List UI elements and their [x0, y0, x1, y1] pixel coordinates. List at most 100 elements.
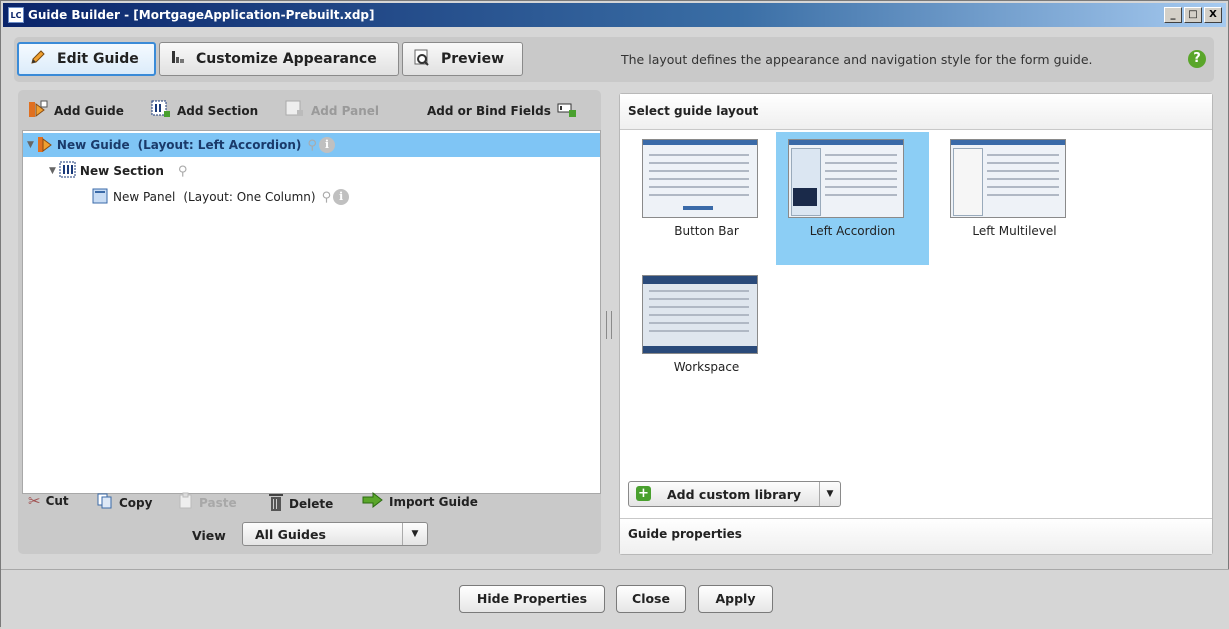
plus-icon: +	[636, 486, 651, 501]
panel-icon	[91, 187, 109, 208]
collapse-triangle-icon[interactable]: ▼	[27, 140, 34, 150]
tree-node-guide[interactable]: ▼ New Guide (Layout: Left Accordion) ⚲ i	[23, 133, 600, 157]
trash-icon	[268, 492, 284, 515]
chevron-down-icon: ▼	[402, 523, 427, 545]
preview-icon	[413, 48, 431, 70]
section-icon	[59, 161, 77, 182]
layout-option-left-multilevel[interactable]: Left Multilevel	[938, 132, 1091, 265]
guide-name: New Guide	[56, 138, 130, 152]
maximize-button[interactable]: □	[1184, 7, 1202, 23]
layout-panel-title: Select guide layout	[628, 104, 759, 118]
pencil-icon	[29, 48, 47, 70]
binding-icon: ⚲	[307, 137, 317, 153]
info-icon[interactable]: i	[333, 189, 350, 205]
paste-icon	[178, 492, 194, 513]
add-guide-label: Add Guide	[54, 103, 124, 118]
layout-thumbnail	[950, 139, 1066, 218]
window-controls: _ □ X	[1164, 7, 1222, 23]
scissors-icon: ✂	[28, 492, 41, 510]
collapse-triangle-icon[interactable]: ▼	[49, 166, 56, 176]
layout-label: Left Accordion	[809, 224, 896, 238]
section-name: New Section	[79, 164, 164, 178]
layout-label: Left Multilevel	[972, 224, 1057, 238]
cut-button[interactable]: ✂ Cut	[28, 492, 69, 510]
edit-toolbar: ✂ Cut Copy Paste Delete Import Guide	[18, 485, 601, 515]
add-custom-library-label: Add custom library	[667, 487, 802, 502]
view-label: View	[192, 528, 226, 543]
add-panel-button[interactable]: Add Panel	[285, 100, 379, 121]
dialog-button-bar: Hide Properties Close Apply	[1, 569, 1229, 629]
cut-label: Cut	[45, 494, 69, 508]
add-custom-library-button[interactable]: + Add custom library ▼	[628, 481, 841, 507]
panel-layout: (Layout: One Column)	[183, 190, 316, 204]
apply-button[interactable]: Apply	[698, 585, 773, 613]
panel-name: New Panel	[113, 190, 176, 204]
binding-icon: ⚲	[321, 189, 332, 205]
layout-icon	[170, 49, 186, 69]
add-guide-button[interactable]: Add Guide	[28, 100, 124, 121]
layout-thumbnail	[642, 275, 758, 354]
guide-tree-panel: Add Guide Add Section Add Panel Add or B…	[18, 90, 601, 554]
layout-label: Workspace	[673, 360, 740, 374]
guide-layout: (Layout: Left Accordion)	[137, 138, 302, 152]
window-title: Guide Builder - [MortgageApplication-Pre…	[28, 8, 375, 22]
add-panel-label: Add Panel	[311, 103, 380, 118]
add-panel-icon	[285, 100, 305, 121]
import-guide-button[interactable]: Import Guide	[362, 491, 478, 511]
tab-customize-appearance[interactable]: Customize Appearance	[159, 42, 399, 76]
import-guide-label: Import Guide	[389, 494, 478, 509]
mode-toolbar: Edit Guide Customize Appearance Preview …	[14, 37, 1214, 82]
add-field-icon	[557, 100, 577, 121]
guide-builder-window: LC Guide Builder - [MortgageApplication-…	[0, 0, 1229, 629]
panel-splitter[interactable]	[606, 311, 612, 339]
layout-option-button-bar[interactable]: Button Bar	[630, 132, 783, 265]
copy-label: Copy	[119, 495, 153, 510]
add-section-label: Add Section	[177, 103, 259, 118]
layout-panel-header: Select guide layout	[620, 94, 1212, 130]
layout-option-workspace[interactable]: Workspace	[630, 268, 783, 401]
guide-properties-title: Guide properties	[628, 527, 742, 541]
hide-properties-button[interactable]: Hide Properties	[459, 585, 605, 613]
guide-properties-header[interactable]: Guide properties	[620, 518, 1212, 554]
paste-button[interactable]: Paste	[178, 492, 237, 513]
paste-label: Paste	[199, 495, 237, 510]
tab-edit-guide[interactable]: Edit Guide	[17, 42, 156, 76]
add-or-bind-fields-label: Add or Bind Fields	[427, 103, 551, 118]
arrow-right-icon	[362, 491, 384, 511]
tab-preview[interactable]: Preview	[402, 42, 523, 76]
add-guide-icon	[28, 100, 48, 121]
chevron-down-icon[interactable]: ▼	[819, 482, 840, 506]
guide-tree: ▼ New Guide (Layout: Left Accordion) ⚲ i…	[22, 130, 601, 494]
close-window-button[interactable]: X	[1204, 7, 1222, 23]
tree-node-section[interactable]: ▼ New Section ⚲	[49, 159, 187, 183]
view-select-value: All Guides	[255, 527, 326, 542]
copy-button[interactable]: Copy	[96, 492, 152, 513]
title-bar[interactable]: LC Guide Builder - [MortgageApplication-…	[3, 3, 1226, 27]
tree-node-panel[interactable]: New Panel (Layout: One Column) ⚲ i	[91, 185, 350, 209]
tab-customize-appearance-label: Customize Appearance	[196, 51, 377, 67]
layout-thumbnail	[642, 139, 758, 218]
info-icon[interactable]: i	[318, 137, 335, 153]
delete-label: Delete	[289, 496, 334, 511]
binding-icon: ⚲	[177, 163, 188, 179]
tab-preview-label: Preview	[441, 51, 505, 67]
help-icon[interactable]: ?	[1188, 50, 1206, 68]
tab-edit-guide-label: Edit Guide	[57, 51, 139, 67]
add-or-bind-fields-button[interactable]: Add or Bind Fields	[427, 100, 577, 121]
delete-button[interactable]: Delete	[268, 492, 333, 515]
add-section-icon	[151, 100, 171, 121]
view-select[interactable]: All Guides ▼	[242, 522, 428, 546]
layout-panel: Select guide layout Button Bar Left Acco…	[619, 93, 1213, 555]
layout-label: Button Bar	[674, 224, 739, 238]
guide-icon	[37, 135, 53, 156]
view-filter-row: View All Guides ▼	[18, 518, 601, 554]
guide-tree-toolbar: Add Guide Add Section Add Panel Add or B…	[18, 90, 601, 128]
add-section-button[interactable]: Add Section	[151, 100, 258, 121]
layout-gallery: Button Bar Left Accordion Left Multileve…	[620, 130, 1212, 464]
layout-option-left-accordion[interactable]: Left Accordion	[776, 132, 929, 265]
app-logo-icon: LC	[8, 7, 24, 23]
copy-icon	[96, 492, 114, 513]
layout-thumbnail	[788, 139, 904, 218]
minimize-button[interactable]: _	[1164, 7, 1182, 23]
close-button[interactable]: Close	[616, 585, 686, 613]
